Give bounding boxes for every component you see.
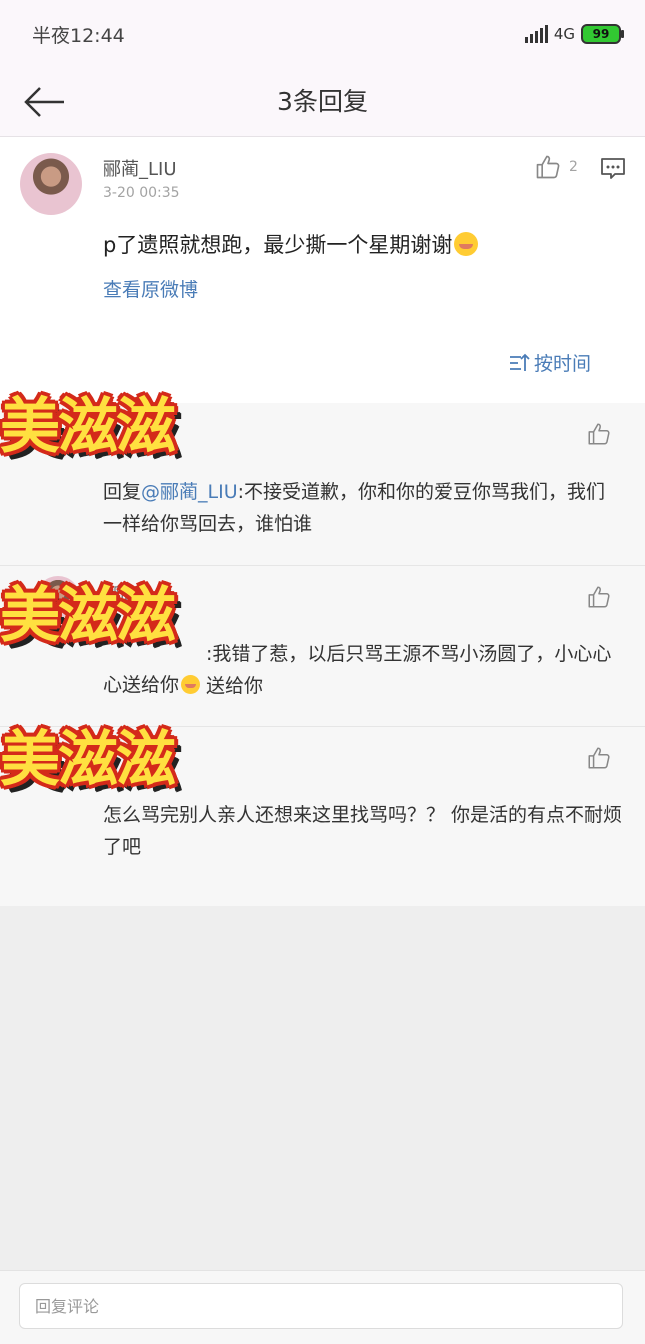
reply-text: :我错了惹，以后只骂王源不骂小汤圆了，小心心送给你 — [206, 638, 624, 702]
kiss-emoji-icon — [181, 675, 201, 694]
reply-item: 郦蔺_LIU :我错了惹，以后只骂王源不骂小汤圆了，小心心送给你 美滋滋 心送给… — [0, 566, 645, 727]
nav-bar: 3条回复 — [0, 68, 645, 137]
network-label: 4G — [553, 25, 575, 43]
comment-username[interactable]: 郦蔺_LIU — [103, 155, 177, 181]
bottom-bar — [0, 1270, 645, 1344]
reply-item: 回复@郦蔺_LIU:不接受道歉，你和你的爱豆你骂我们，我们一样给你骂回去，谁怕谁… — [0, 397, 645, 566]
comment-text: p了遗照就想跑，最少撕一个星期谢谢 — [103, 229, 479, 259]
reply-item: 怎么骂完别人亲人还想来这里找骂吗？？ 你是活的有点不耐烦了吧 美滋滋 — [0, 727, 645, 906]
sticker-overlay: 美滋滋 — [0, 581, 176, 651]
sort-button[interactable]: 按时间 — [508, 349, 591, 376]
reply-prefix: 回复 — [103, 481, 142, 503]
empty-area — [0, 906, 645, 1270]
reply-text-continued: 心送给你 — [103, 670, 201, 697]
thumbs-up-icon — [588, 586, 610, 608]
like-button[interactable] — [534, 153, 562, 185]
page-title: 3条回复 — [277, 87, 368, 116]
sort-icon — [510, 353, 530, 371]
arrow-left-icon — [24, 87, 64, 117]
smile-emoji-icon — [454, 232, 479, 256]
like-button[interactable] — [586, 421, 612, 451]
status-bar: 半夜12:44 4G 99 — [0, 0, 645, 68]
thumbs-up-icon — [588, 423, 610, 445]
battery-icon: 99 — [581, 24, 624, 44]
sticker-overlay: 美滋滋 — [0, 392, 176, 462]
signal-icon — [524, 25, 548, 43]
like-button[interactable] — [586, 745, 612, 775]
back-button[interactable] — [20, 82, 68, 122]
avatar[interactable] — [20, 153, 82, 215]
sticker-overlay: 美滋滋 — [0, 725, 176, 795]
like-button[interactable] — [586, 584, 612, 614]
mention-link[interactable]: @郦蔺_LIU — [141, 481, 238, 503]
thumbs-up-icon — [588, 747, 610, 769]
comment-button[interactable] — [600, 157, 626, 185]
like-count: 2 — [569, 159, 578, 175]
message-icon — [601, 158, 625, 179]
thumbs-up-icon — [536, 155, 560, 179]
view-original-link[interactable]: 查看原微博 — [103, 275, 198, 302]
comment-text-content: p了遗照就想跑，最少撕一个星期谢谢 — [103, 233, 453, 257]
status-icons: 4G 99 — [524, 24, 624, 44]
battery-level: 99 — [592, 27, 610, 41]
comment-time: 3-20 00:35 — [103, 185, 180, 201]
reply-input[interactable] — [19, 1283, 623, 1329]
status-time: 半夜12:44 — [32, 24, 125, 47]
reply-content: :我错了惹，以后只骂王源不骂小汤圆了，小心心送给你 — [206, 643, 612, 697]
main-comment: 郦蔺_LIU 3-20 00:35 2 p了遗照就想跑，最少撕一个星期谢谢 查看… — [0, 137, 645, 403]
sort-label: 按时间 — [534, 353, 592, 375]
reply-text: 怎么骂完别人亲人还想来这里找骂吗？？ 你是活的有点不耐烦了吧 — [103, 804, 623, 858]
reply-text: 回复@郦蔺_LIU:不接受道歉，你和你的爱豆你骂我们，我们一样给你骂回去，谁怕谁 — [103, 476, 623, 540]
